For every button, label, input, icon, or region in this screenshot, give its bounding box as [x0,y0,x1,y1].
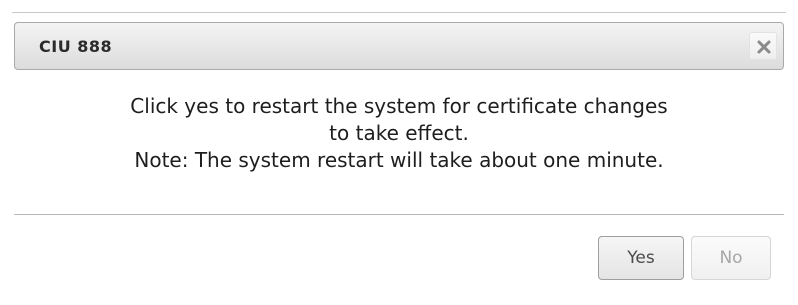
dialog-title: CIU 888 [39,37,113,56]
message-note: Note: The system restart will take about… [134,148,664,172]
no-button[interactable]: No [691,236,771,280]
message-line: to take effect. [329,121,469,145]
yes-button[interactable]: Yes [598,236,684,280]
dialog-titlebar[interactable]: CIU 888 [14,22,784,70]
top-divider [12,12,786,13]
close-icon [757,40,771,54]
dialog-message: Click yes to restart the system for cert… [30,93,768,174]
close-button[interactable] [749,32,777,60]
restart-confirm-dialog: CIU 888 Click yes to restart the system … [0,0,798,305]
message-line: Click yes to restart the system for cert… [130,94,668,118]
footer-divider [14,214,784,215]
